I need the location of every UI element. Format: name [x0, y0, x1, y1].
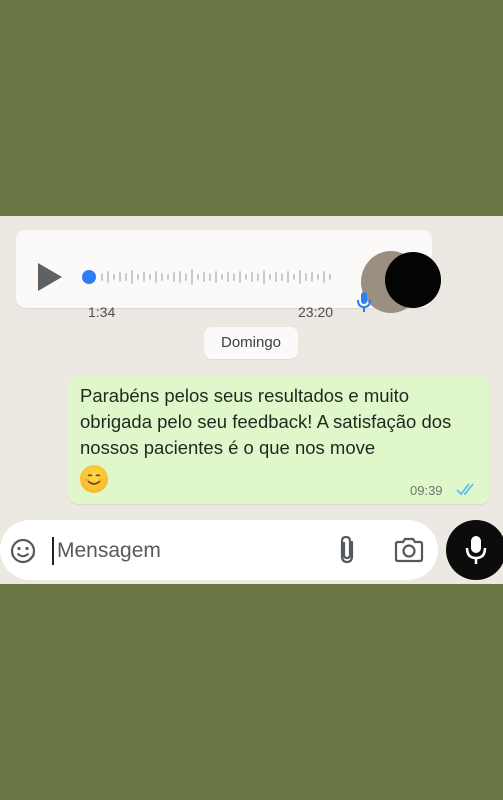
message-composer [0, 520, 438, 580]
microphone-icon [357, 292, 371, 312]
smiling-face-emoji-face [84, 474, 104, 485]
message-text: Parabéns pelos seus resultados e muito o… [80, 385, 452, 458]
voice-progress-handle [82, 270, 96, 284]
voice-duration: 1:34 [88, 304, 116, 320]
play-icon[interactable] [38, 263, 62, 291]
voice-waveform[interactable] [82, 260, 336, 294]
avatar-redaction [385, 252, 441, 308]
date-separator: Domingo [204, 327, 298, 359]
voice-timestamp: 23:20 [298, 304, 334, 320]
read-ticks-icon [456, 483, 474, 496]
outgoing-message-bubble[interactable]: Parabéns pelos seus resultados e muito o… [68, 376, 490, 504]
camera-icon[interactable] [393, 536, 425, 564]
sticker-icon[interactable] [8, 536, 38, 566]
paperclip-icon[interactable] [334, 534, 362, 566]
message-input[interactable] [55, 532, 319, 570]
chat-screen: 1:34 23:20 Domingo Parabéns pelos seus r… [0, 216, 503, 584]
voice-message-bubble: 1:34 23:20 [16, 230, 441, 320]
text-cursor [52, 537, 54, 565]
microphone-icon [465, 536, 487, 564]
voice-record-button[interactable] [446, 520, 503, 580]
message-timestamp: 09:39 [410, 483, 443, 498]
